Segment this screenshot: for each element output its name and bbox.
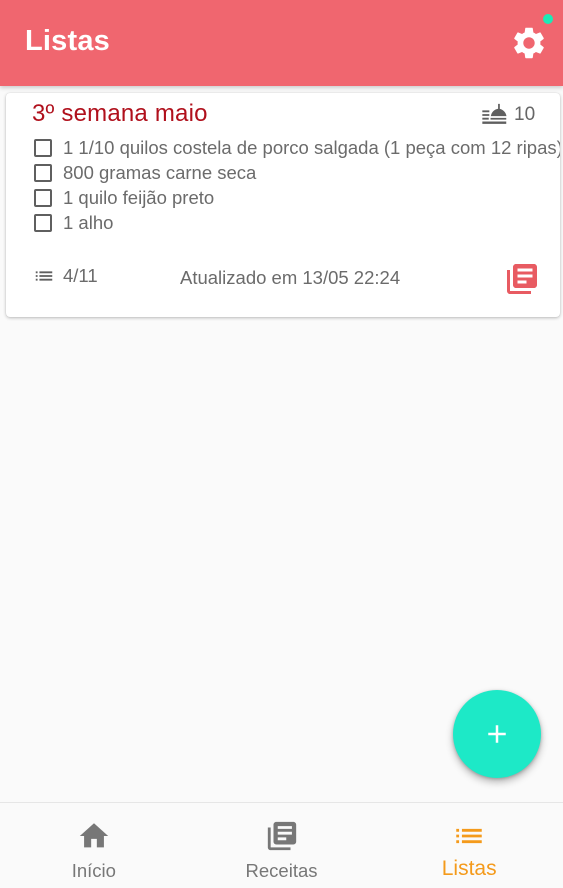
list-icon <box>452 819 486 853</box>
servings-count: 10 <box>514 104 536 125</box>
nav-item-receitas[interactable]: Receitas <box>188 803 376 888</box>
recipe-book-icon <box>265 819 299 853</box>
item-text: 800 gramas carne seca <box>63 161 257 183</box>
nav-item-inicio[interactable]: Início <box>0 803 188 888</box>
nav-item-listas[interactable]: Listas <box>375 803 563 888</box>
progress-count: 4/11 <box>63 265 98 286</box>
list-item[interactable]: 1 1/10 quilos costela de porco salgada (… <box>34 135 560 160</box>
item-text: 1 quilo feijão preto <box>63 186 215 208</box>
list-icon <box>35 271 53 281</box>
item-checkbox[interactable] <box>34 213 52 232</box>
plus-icon <box>488 725 506 743</box>
list-items: 1 1/10 quilos costela de porco salgada (… <box>34 135 560 235</box>
updated-timestamp: Atualizado em 13/05 22:24 <box>180 267 401 288</box>
item-checkbox[interactable] <box>34 138 52 157</box>
recipes-button[interactable] <box>504 261 540 297</box>
servings-indicator: 10 <box>480 102 535 128</box>
list-item[interactable]: 1 quilo feijão preto <box>34 185 560 210</box>
food-tray-icon <box>482 103 507 124</box>
bottom-navigation: Início Receitas Listas <box>0 802 563 888</box>
gear-icon <box>514 27 544 59</box>
card-footer: 4/11 Atualizado em 13/05 22:24 <box>6 259 560 294</box>
progress-indicator: 4/11 <box>33 265 98 287</box>
list-title: 3º semana maio <box>32 100 208 127</box>
item-text: 1 1/10 quilos costela de porco salgada (… <box>63 136 560 158</box>
page-title: Listas <box>25 25 111 57</box>
shopping-list-card[interactable]: 3º semana maio 10 1 1/10 quilos costela … <box>6 93 560 317</box>
app-screen: Listas 3º semana maio 10 1 1/10 quilos c… <box>0 0 563 888</box>
list-item[interactable]: 800 gramas carne seca <box>34 160 560 185</box>
nav-label: Receitas <box>245 860 318 881</box>
settings-button[interactable] <box>510 24 548 62</box>
list-item[interactable]: 1 alho <box>34 210 560 235</box>
home-icon <box>77 819 111 853</box>
add-list-button[interactable] <box>453 690 541 778</box>
item-checkbox[interactable] <box>34 163 52 182</box>
recipe-book-icon <box>507 264 537 294</box>
app-bar: Listas <box>0 0 563 86</box>
nav-label: Início <box>71 860 116 881</box>
notification-dot <box>543 14 553 24</box>
item-checkbox[interactable] <box>34 188 52 207</box>
nav-label: Listas <box>441 857 497 880</box>
item-text: 1 alho <box>63 211 114 233</box>
